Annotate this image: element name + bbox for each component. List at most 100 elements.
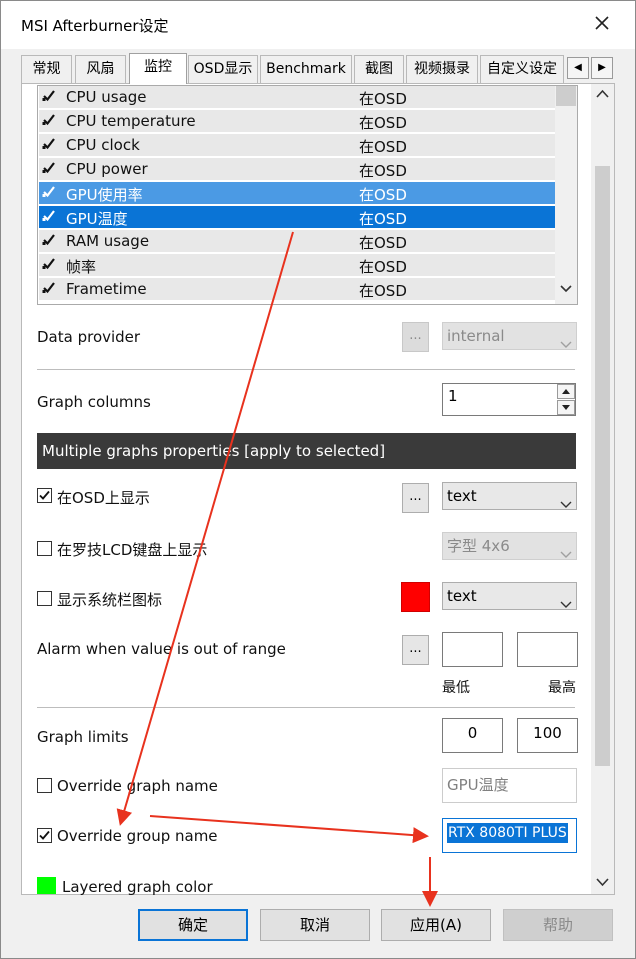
- override-group-name-label: Override group name: [57, 827, 218, 845]
- chevron-down-icon: [560, 591, 572, 608]
- close-icon[interactable]: [591, 12, 613, 34]
- divider: [37, 707, 575, 708]
- show-in-osd-label: 在OSD上显示: [57, 489, 150, 507]
- alarm-browse-button[interactable]: ...: [402, 635, 429, 665]
- list-item[interactable]: CPU clock 在OSD: [39, 134, 555, 157]
- checkmark-icon[interactable]: [41, 232, 57, 248]
- graph-columns-field[interactable]: 1: [442, 383, 576, 416]
- graph-columns-label: Graph columns: [37, 393, 151, 411]
- list-item[interactable]: CPU power 在OSD: [39, 158, 555, 181]
- override-graph-name-label: Override graph name: [57, 777, 218, 795]
- chevron-up-icon[interactable]: [595, 88, 610, 100]
- list-item[interactable]: 帧率 在OSD: [39, 254, 555, 277]
- title-bar: MSI Afterburner设定: [1, 1, 635, 49]
- checkmark-icon[interactable]: [41, 112, 57, 128]
- ok-button[interactable]: 确定: [138, 909, 248, 941]
- list-item-name: GPU使用率: [66, 186, 143, 204]
- alarm-min-label: 最低: [442, 680, 470, 696]
- list-item-osd: 在OSD: [359, 210, 407, 228]
- tab-scroll-right-icon[interactable]: ▶: [591, 57, 613, 79]
- panel-scrollbar-thumb[interactable]: [595, 166, 610, 766]
- override-graph-name-field[interactable]: GPU温度: [442, 768, 577, 803]
- list-item-osd: 在OSD: [359, 90, 407, 108]
- data-provider-browse-button[interactable]: ...: [402, 322, 429, 352]
- show-in-osd-checkbox[interactable]: [37, 488, 52, 503]
- list-item-name: CPU power: [66, 160, 148, 178]
- window-title: MSI Afterburner设定: [21, 17, 169, 35]
- override-group-name-checkbox[interactable]: [37, 828, 52, 843]
- checkmark-icon[interactable]: [41, 256, 57, 272]
- graph-limit-min-field[interactable]: 0: [442, 718, 503, 753]
- tray-icon-type-select[interactable]: text: [442, 582, 577, 610]
- show-in-lcd-label: 在罗技LCD键盘上显示: [57, 541, 208, 559]
- list-item[interactable]: CPU usage 在OSD: [39, 86, 555, 109]
- list-item[interactable]: CPU temperature 在OSD: [39, 110, 555, 133]
- tab-screenshot[interactable]: 截图: [354, 55, 404, 83]
- help-button[interactable]: 帮助: [503, 909, 613, 941]
- checkmark-icon[interactable]: [41, 88, 57, 104]
- graph-columns-down-icon[interactable]: [557, 400, 575, 415]
- graph-limit-max-field[interactable]: 100: [517, 718, 578, 753]
- graph-limit-max-value: 100: [533, 724, 562, 742]
- list-item-selected[interactable]: GPU温度 在OSD: [39, 206, 555, 229]
- tab-profiles[interactable]: 自定义设定: [480, 55, 564, 83]
- graph-columns-value: 1: [448, 387, 458, 405]
- checkmark-icon[interactable]: [41, 208, 57, 224]
- tab-video-capture[interactable]: 视频摄录: [406, 55, 478, 83]
- override-graph-name-checkbox[interactable]: [37, 778, 52, 793]
- data-provider-select[interactable]: internal: [442, 322, 577, 350]
- alarm-min-field[interactable]: [442, 632, 503, 667]
- show-tray-icon-checkbox[interactable]: [37, 591, 52, 606]
- tab-fan[interactable]: 风扇: [75, 55, 126, 83]
- list-item-name: CPU temperature: [66, 112, 196, 130]
- chevron-down-icon[interactable]: [559, 282, 573, 296]
- tab-benchmark[interactable]: Benchmark: [260, 55, 352, 83]
- tray-icon-color-swatch[interactable]: [401, 582, 430, 612]
- list-item-osd: 在OSD: [359, 186, 407, 204]
- tab-scroll-left-icon[interactable]: ◀: [567, 57, 589, 79]
- alarm-max-label: 最高: [548, 680, 576, 696]
- chevron-down-icon: [560, 491, 572, 508]
- list-item-osd: 在OSD: [359, 282, 407, 300]
- alarm-label: Alarm when value is out of range: [37, 640, 286, 658]
- list-item-osd: 在OSD: [359, 258, 407, 276]
- tab-general[interactable]: 常规: [21, 55, 72, 83]
- show-in-osd-browse-button[interactable]: ...: [402, 483, 429, 513]
- lcd-font-value: 字型 4x6: [447, 537, 510, 555]
- list-scrollbar-thumb[interactable]: [556, 86, 576, 106]
- checkmark-icon[interactable]: [41, 280, 57, 296]
- list-item-name: 帧率: [66, 258, 97, 276]
- tab-monitoring[interactable]: 监控: [129, 53, 187, 84]
- chevron-down-icon[interactable]: [595, 876, 610, 888]
- tab-osd[interactable]: OSD显示: [188, 55, 258, 83]
- list-item-name: GPU温度: [66, 210, 128, 228]
- monitor-graph-list[interactable]: CPU usage 在OSD CPU temperature 在OSD CPU …: [37, 85, 578, 305]
- apply-button[interactable]: 应用(A): [381, 909, 491, 941]
- list-item[interactable]: Frametime 在OSD: [39, 278, 555, 301]
- cancel-button[interactable]: 取消: [260, 909, 370, 941]
- checkmark-icon[interactable]: [41, 184, 57, 200]
- checkmark-icon[interactable]: [41, 160, 57, 176]
- show-in-osd-value: text: [447, 487, 477, 505]
- show-in-osd-select[interactable]: text: [442, 482, 577, 510]
- alarm-max-field[interactable]: [517, 632, 578, 667]
- checkmark-icon[interactable]: [41, 136, 57, 152]
- panel-scrollbar[interactable]: [591, 84, 614, 894]
- tray-icon-type-value: text: [447, 587, 477, 605]
- list-item-selected[interactable]: GPU使用率 在OSD: [39, 182, 555, 205]
- graph-columns-up-icon[interactable]: [557, 384, 575, 399]
- list-item-osd: 在OSD: [359, 114, 407, 132]
- chevron-down-icon: [560, 541, 572, 558]
- data-provider-value: internal: [447, 327, 505, 345]
- layered-graph-color-swatch[interactable]: [37, 877, 56, 894]
- list-item-osd: 在OSD: [359, 138, 407, 156]
- lcd-font-select[interactable]: 字型 4x6: [442, 532, 577, 560]
- chevron-down-icon: [560, 331, 572, 348]
- override-group-name-field[interactable]: RTX 8080TI PLUS: [442, 818, 577, 853]
- data-provider-label: Data provider: [37, 328, 141, 346]
- multi-graph-properties-header: Multiple graphs properties [apply to sel…: [37, 433, 576, 469]
- show-in-lcd-checkbox[interactable]: [37, 541, 52, 556]
- list-scrollbar[interactable]: [555, 86, 577, 304]
- list-item[interactable]: RAM usage 在OSD: [39, 230, 555, 253]
- list-item-osd: 在OSD: [359, 162, 407, 180]
